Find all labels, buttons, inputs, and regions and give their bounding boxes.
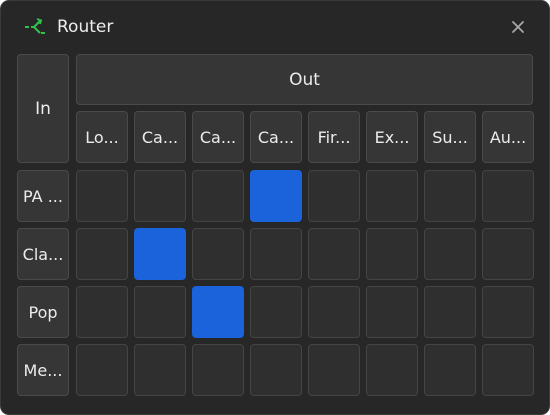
route-toggle[interactable] bbox=[366, 170, 418, 222]
route-toggle[interactable] bbox=[482, 286, 534, 338]
route-toggle[interactable] bbox=[366, 344, 418, 396]
route-toggle-on[interactable] bbox=[134, 228, 186, 280]
input-row-header: Pop bbox=[17, 286, 69, 338]
route-toggle[interactable] bbox=[366, 286, 418, 338]
route-toggle[interactable] bbox=[424, 286, 476, 338]
output-column-header: Ca... bbox=[192, 111, 244, 163]
route-toggle[interactable] bbox=[366, 228, 418, 280]
route-toggle[interactable] bbox=[76, 286, 128, 338]
route-toggle[interactable] bbox=[134, 344, 186, 396]
route-toggle[interactable] bbox=[134, 286, 186, 338]
route-toggle[interactable] bbox=[482, 344, 534, 396]
output-column-header: Su... bbox=[424, 111, 476, 163]
route-toggle[interactable] bbox=[192, 170, 244, 222]
route-toggle[interactable] bbox=[76, 228, 128, 280]
route-toggle[interactable] bbox=[76, 344, 128, 396]
route-toggle[interactable] bbox=[308, 228, 360, 280]
route-toggle[interactable] bbox=[424, 228, 476, 280]
route-toggle[interactable] bbox=[192, 344, 244, 396]
route-toggle[interactable] bbox=[482, 170, 534, 222]
router-icon bbox=[24, 17, 46, 37]
close-icon bbox=[512, 21, 524, 33]
route-toggle[interactable] bbox=[192, 228, 244, 280]
route-toggle[interactable] bbox=[250, 344, 302, 396]
route-toggle-on[interactable] bbox=[192, 286, 244, 338]
output-column-header: Lo... bbox=[76, 111, 128, 163]
window-title: Router bbox=[57, 17, 114, 37]
route-toggle[interactable] bbox=[250, 228, 302, 280]
router-window: Router In Out Lo... Ca... Ca... Ca... Fir...… bbox=[0, 0, 550, 415]
input-row-header: PA ... bbox=[17, 170, 69, 222]
title-bar: Router bbox=[1, 1, 549, 53]
route-toggle[interactable] bbox=[134, 170, 186, 222]
in-header: In bbox=[17, 54, 69, 163]
route-toggle[interactable] bbox=[76, 170, 128, 222]
output-column-header: Ca... bbox=[250, 111, 302, 163]
output-column-header: Fir... bbox=[308, 111, 360, 163]
output-column-header: Ex... bbox=[366, 111, 418, 163]
output-column-header: Au... bbox=[482, 111, 534, 163]
input-row-header: Cla... bbox=[17, 228, 69, 280]
route-toggle[interactable] bbox=[424, 344, 476, 396]
route-toggle[interactable] bbox=[424, 170, 476, 222]
out-header: Out bbox=[76, 54, 533, 105]
route-toggle[interactable] bbox=[250, 286, 302, 338]
input-row-header: Me... bbox=[17, 344, 69, 396]
close-button[interactable] bbox=[507, 16, 529, 38]
route-toggle[interactable] bbox=[308, 170, 360, 222]
output-column-header: Ca... bbox=[134, 111, 186, 163]
route-toggle-on[interactable] bbox=[250, 170, 302, 222]
route-toggle[interactable] bbox=[308, 344, 360, 396]
route-toggle[interactable] bbox=[308, 286, 360, 338]
route-toggle[interactable] bbox=[482, 228, 534, 280]
